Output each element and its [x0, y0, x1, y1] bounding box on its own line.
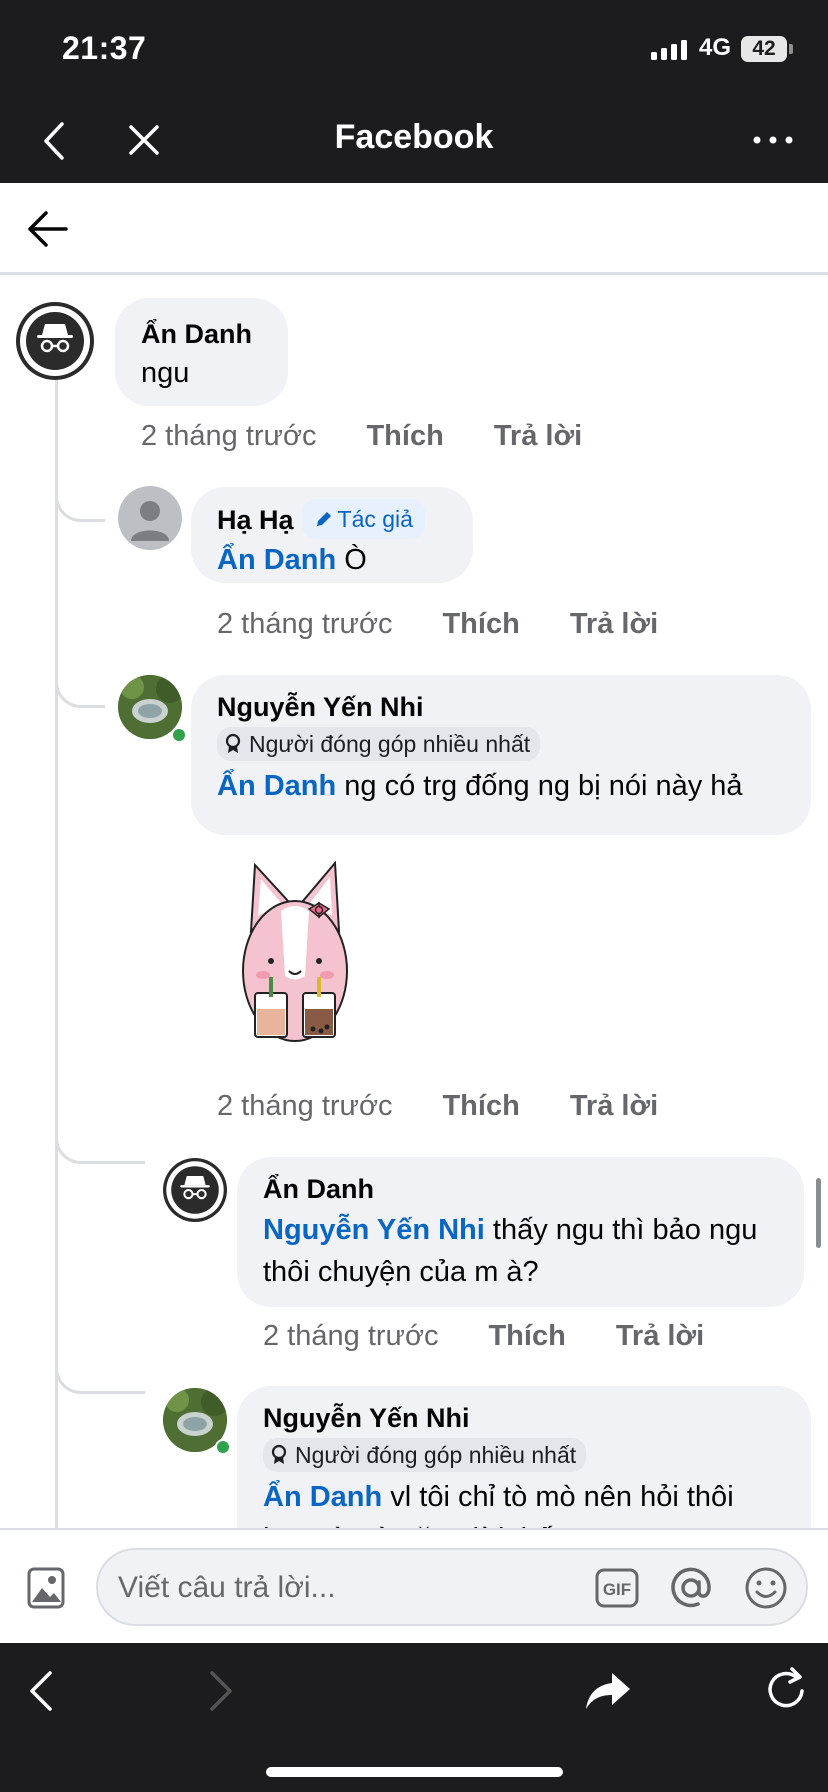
gif-icon: GIF: [595, 1568, 639, 1608]
incognito-icon: [20, 306, 90, 376]
network-type: 4G: [699, 34, 732, 61]
mention-link[interactable]: Ẩn Danh: [217, 770, 336, 802]
signal-icon: [651, 40, 687, 60]
comment-actions: 2 tháng trước Thích Trả lời: [217, 608, 658, 641]
at-icon: [671, 1567, 711, 1608]
reply-composer: GIF: [0, 1528, 828, 1643]
comment-author[interactable]: Ẩn Danh: [263, 1171, 778, 1207]
avatar-default[interactable]: [118, 486, 182, 550]
comment-bubble: Nguyễn Yến Nhi Người đóng góp nhiều nhất…: [191, 675, 811, 835]
close-icon: [129, 125, 159, 155]
share-button[interactable]: [578, 1663, 638, 1719]
pencil-icon: [316, 512, 331, 526]
add-photo-button[interactable]: [26, 1566, 66, 1610]
comment-time[interactable]: 2 tháng trước: [263, 1320, 438, 1353]
battery-nub: [789, 44, 793, 54]
award-icon: [271, 1444, 287, 1464]
person-icon: [131, 501, 169, 541]
svg-text:GIF: GIF: [603, 1580, 631, 1599]
comment-time[interactable]: 2 tháng trước: [217, 1090, 392, 1123]
reply-button[interactable]: Trả lời: [494, 420, 582, 453]
browser-bottom-toolbar: [0, 1643, 828, 1792]
comment-text: ng có trg đống ng bị nói này hả: [336, 770, 743, 802]
comment-time[interactable]: 2 tháng trước: [217, 608, 392, 641]
arrow-left-icon: [28, 211, 68, 247]
chevron-left-icon: [44, 122, 64, 160]
comment-actions: 2 tháng trước Thích Trả lời: [217, 1090, 658, 1123]
comment-bubble: Ẩn Danh ngu: [115, 298, 288, 406]
more-dots-icon: [753, 136, 793, 144]
bunny-boba-sticker: [242, 860, 348, 1042]
comment-thread: Ẩn Danh ngu 2 tháng trước Thích Trả lời …: [0, 278, 828, 1528]
thread-connector: [55, 1128, 145, 1164]
like-button[interactable]: Thích: [366, 420, 443, 453]
reply-input[interactable]: [118, 1564, 588, 1612]
mention-button[interactable]: [668, 1565, 714, 1611]
like-button[interactable]: Thích: [442, 608, 519, 641]
mention-link[interactable]: Ẩn Danh: [217, 544, 336, 576]
like-button[interactable]: Thích: [488, 1320, 565, 1353]
scrollbar[interactable]: [816, 1178, 821, 1248]
nav-back-button[interactable]: [12, 1663, 72, 1719]
comment-bubble: Hạ Hạ Tác giả Ẩn Danh Ò: [191, 487, 473, 583]
reply-button[interactable]: Trả lời: [616, 1320, 704, 1353]
share-arrow-icon: [586, 1673, 630, 1709]
thread-connector: [55, 478, 105, 522]
image-icon: [27, 1567, 65, 1609]
reply-button[interactable]: Trả lời: [570, 1090, 658, 1123]
thread-connector: [55, 1358, 145, 1394]
chevron-left-icon: [30, 1671, 52, 1711]
top-contributor-badge: Người đóng góp nhiều nhất: [217, 727, 541, 761]
reload-button[interactable]: [758, 1663, 818, 1719]
comment-bubble: Ẩn Danh Nguyễn Yến Nhi thấy ngu thì bảo …: [237, 1157, 804, 1307]
mention-link[interactable]: Nguyễn Yến Nhi: [263, 1214, 485, 1246]
comment-actions: 2 tháng trước Thích Trả lời: [263, 1320, 704, 1353]
back-button[interactable]: [22, 207, 74, 251]
award-icon: [225, 733, 241, 753]
status-time: 21:37: [62, 30, 147, 66]
more-options-button[interactable]: [748, 120, 798, 160]
sticker-image[interactable]: [233, 860, 358, 1061]
browser-back-button[interactable]: [36, 116, 76, 166]
gif-button[interactable]: GIF: [595, 1568, 639, 1608]
comment-author[interactable]: Hạ Hạ: [217, 505, 294, 535]
nav-forward-button[interactable]: [190, 1663, 250, 1719]
online-indicator: [171, 727, 187, 743]
reply-button[interactable]: Trả lời: [570, 608, 658, 641]
browser-top-bar: 21:37 4G 42 Facebook: [0, 0, 828, 183]
chevron-right-icon: [210, 1671, 232, 1711]
home-indicator: [266, 1767, 563, 1777]
comment-author[interactable]: Nguyễn Yến Nhi: [263, 1400, 785, 1436]
comment-author[interactable]: Ẩn Danh: [141, 316, 262, 352]
mention-link[interactable]: Ẩn Danh: [263, 1481, 382, 1513]
browser-close-button[interactable]: [122, 118, 166, 162]
avatar-anonymous[interactable]: [16, 302, 94, 380]
comment-bubble: Nguyễn Yến Nhi Người đóng góp nhiều nhất…: [237, 1386, 811, 1528]
thread-line: [55, 378, 58, 1528]
page-header: [0, 183, 828, 275]
author-badge: Tác giả: [301, 499, 425, 539]
reply-input-field[interactable]: GIF: [96, 1548, 808, 1626]
like-button[interactable]: Thích: [442, 1090, 519, 1123]
avatar-anonymous[interactable]: [163, 1158, 227, 1222]
battery-icon: 42: [741, 36, 787, 62]
smiley-icon: [745, 1567, 787, 1609]
thread-connector: [55, 678, 105, 708]
comment-author[interactable]: Nguyễn Yến Nhi: [217, 689, 785, 725]
comment-time[interactable]: 2 tháng trước: [141, 420, 316, 453]
incognito-icon: [166, 1161, 224, 1219]
comment-text: ngu: [141, 357, 190, 389]
top-contributor-badge: Người đóng góp nhiều nhất: [263, 1438, 587, 1472]
comment-text: Ò: [336, 544, 367, 576]
online-indicator: [215, 1439, 231, 1455]
comment-actions: 2 tháng trước Thích Trả lời: [141, 420, 582, 453]
emoji-button[interactable]: [743, 1565, 789, 1611]
refresh-icon: [768, 1667, 804, 1708]
